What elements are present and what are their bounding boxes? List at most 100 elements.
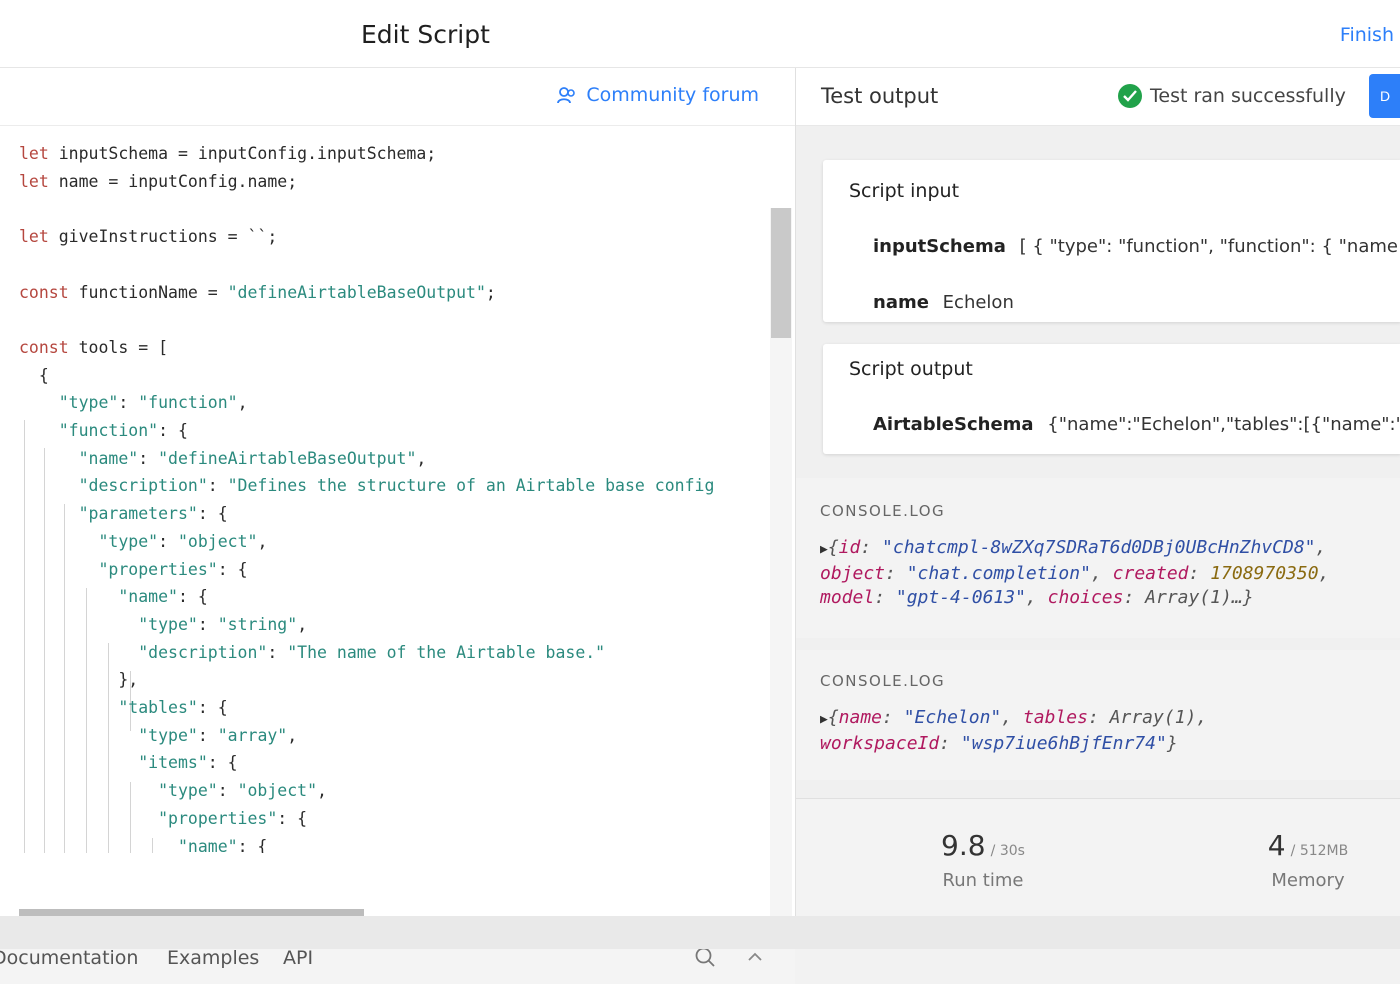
script-output-title: Script output — [849, 358, 973, 380]
code-line[interactable]: const functionName = "defineAirtableBase… — [19, 279, 496, 307]
code-token: let — [19, 227, 49, 247]
code-token: : — [217, 781, 238, 801]
code-line[interactable]: { — [19, 362, 49, 390]
code-line[interactable]: let giveInstructions = ``; — [19, 223, 277, 251]
console-log-2: CONSOLE.LOG ▶{name: "Echelon", tables: A… — [796, 650, 1400, 780]
chevron-up-icon[interactable] — [744, 946, 766, 968]
code-token: , — [237, 393, 248, 413]
code-line[interactable]: const tools = [ — [19, 334, 168, 362]
code-line[interactable]: "type": "object", — [19, 528, 267, 556]
code-token: : { — [237, 836, 268, 854]
code-token: "type" — [158, 781, 218, 801]
code-line[interactable]: "items": { — [19, 749, 238, 777]
code-line[interactable]: "type": "array", — [19, 722, 297, 750]
tab-documentation[interactable]: Documentation — [0, 947, 138, 969]
test-output-pane: Test output Test ran successfully D Scri… — [795, 68, 1400, 916]
tab-api[interactable]: API — [283, 947, 313, 969]
code-token: "type" — [98, 531, 159, 551]
code-token: "type" — [138, 614, 198, 634]
run-time-value: 9.8 — [941, 829, 986, 862]
code-token: "The name of the Airtable base." — [287, 642, 606, 662]
code-token: "type" — [138, 725, 198, 745]
run-time-label: Run time — [942, 870, 1024, 891]
input-schema-row: inputSchema [ { "type": "function", "fun… — [873, 236, 1398, 257]
code-line[interactable]: "description": "Defines the structure of… — [19, 472, 715, 500]
input-schema-key: inputSchema — [873, 236, 1006, 257]
memory-label: Memory — [1271, 870, 1345, 891]
memory-stat: 4 / 512MB Memory — [1208, 829, 1400, 891]
name-key: name — [873, 292, 929, 313]
code-line[interactable]: "properties": { — [19, 805, 307, 833]
code-line[interactable]: "tables": { — [19, 694, 228, 722]
code-token: "name" — [177, 836, 238, 854]
expand-triangle-icon[interactable]: ▶ — [820, 542, 828, 557]
code-token: : — [138, 448, 159, 468]
code-line[interactable]: "name": { — [19, 833, 267, 854]
code-token: : — [197, 614, 218, 634]
code-line[interactable]: "name": { — [19, 583, 207, 611]
test-status-label: Test ran successfully — [1150, 85, 1346, 107]
name-row: name Echelon — [873, 292, 1014, 313]
code-line[interactable]: "function": { — [19, 417, 188, 445]
code-editor[interactable]: let inputSchema = inputConfig.inputSchem… — [0, 128, 770, 853]
name-value: Echelon — [942, 292, 1014, 313]
community-forum-link[interactable]: Community forum — [556, 84, 759, 106]
code-line[interactable]: }, — [19, 666, 138, 694]
code-token: "defineAirtableBaseOutput" — [227, 282, 486, 302]
code-token: "properties" — [98, 559, 218, 579]
code-line[interactable]: let inputSchema = inputConfig.inputSchem… — [19, 140, 436, 168]
code-token: : { — [158, 421, 188, 440]
console-log-label: CONSOLE.LOG — [820, 672, 946, 690]
code-token: let — [19, 144, 49, 163]
finish-button[interactable]: Finish — [1340, 24, 1394, 46]
code-token: : { — [207, 753, 238, 773]
code-line[interactable]: "parameters": { — [19, 500, 228, 528]
code-line[interactable]: "type": "function", — [19, 389, 248, 417]
input-schema-value: [ { "type": "function", "function": { "n… — [1019, 236, 1398, 257]
code-token: : { — [217, 559, 248, 579]
code-token: : — [267, 642, 288, 662]
code-token: let — [19, 171, 49, 191]
tab-examples[interactable]: Examples — [167, 947, 259, 969]
code-line[interactable]: let name = inputConfig.name; — [19, 168, 297, 196]
community-icon — [557, 87, 576, 104]
code-token: , — [257, 531, 268, 551]
code-line[interactable]: "name": "defineAirtableBaseOutput", — [19, 445, 427, 473]
script-input-title: Script input — [849, 180, 960, 202]
code-line[interactable]: "type": "object", — [19, 777, 327, 805]
code-token: "parameters" — [78, 504, 198, 524]
code-token: "type" — [58, 393, 119, 413]
code-token: : — [207, 476, 228, 496]
code-line[interactable]: "description": "The name of the Airtable… — [19, 639, 605, 667]
editor-pane: Community forum let inputSchema = inputC… — [0, 68, 795, 984]
airtable-schema-value: {"name":"Echelon","tables":[{"name":" — [1047, 414, 1400, 435]
console-log-label: CONSOLE.LOG — [820, 502, 946, 520]
run-button[interactable]: D — [1369, 74, 1400, 118]
console-log-entry[interactable]: ▶{name: "Echelon", tables: Array(1), wor… — [820, 706, 1207, 756]
check-circle-icon — [1118, 84, 1142, 108]
editor-vertical-scrollbar[interactable] — [770, 208, 792, 920]
code-token: , — [297, 614, 308, 634]
code-line[interactable]: "type": "string", — [19, 611, 307, 639]
code-token: : { — [197, 698, 228, 717]
bottom-strip — [0, 916, 1400, 949]
expand-triangle-icon[interactable]: ▶ — [820, 712, 828, 727]
scrollbar-thumb[interactable] — [771, 208, 791, 338]
code-token: "name" — [78, 448, 139, 468]
code-line[interactable]: "properties": { — [19, 556, 248, 584]
console-log-1: CONSOLE.LOG ▶{id: "chatcmpl-8wZXq7SDRaT6… — [796, 478, 1400, 638]
search-icon[interactable] — [694, 946, 716, 968]
memory-unit: / 512MB — [1290, 843, 1349, 859]
console-log-entry[interactable]: ▶{id: "chatcmpl-8wZXq7SDRaT6d0DBj0UBcHnZ… — [820, 536, 1329, 610]
code-token: ; — [485, 282, 496, 302]
